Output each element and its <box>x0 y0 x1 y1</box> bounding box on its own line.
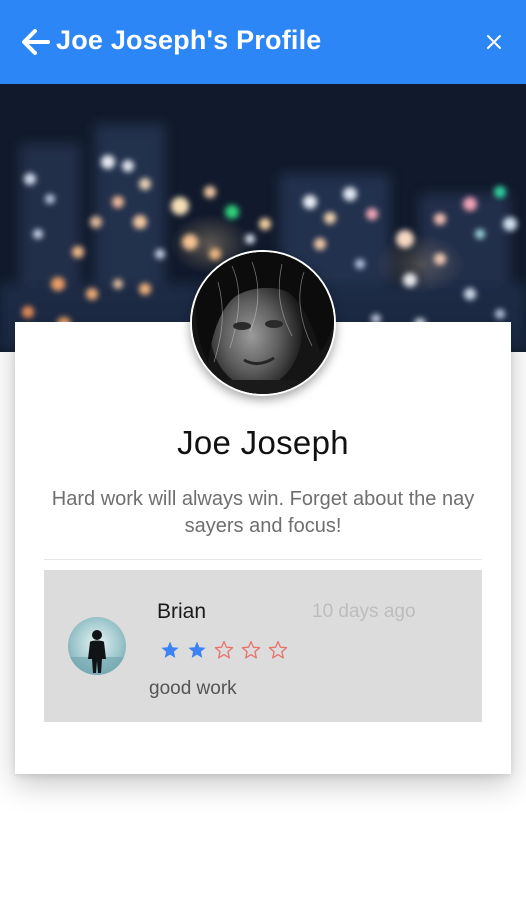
star-empty-icon <box>241 640 261 659</box>
star-empty-icon <box>268 640 288 659</box>
reviewer-avatar[interactable] <box>68 617 126 675</box>
app-bar: Joe Joseph's Profile <box>0 0 526 84</box>
arrow-left-icon <box>22 29 50 55</box>
star-rating <box>160 640 288 660</box>
reviewer-name: Brian <box>157 600 207 623</box>
back-button[interactable] <box>20 26 52 58</box>
profile-avatar[interactable] <box>190 250 336 396</box>
profile-name: Joe Joseph <box>177 424 349 461</box>
review-card[interactable]: Brian 10 days ago good work <box>44 570 482 722</box>
man-portrait-image <box>192 252 334 394</box>
review-text: good work <box>149 678 237 699</box>
star-filled-icon <box>161 641 179 658</box>
star-filled-icon <box>188 641 206 658</box>
page-title: Joe Joseph's Profile <box>56 25 322 55</box>
close-icon <box>487 35 501 49</box>
divider <box>44 559 482 560</box>
silhouette-icon <box>68 630 126 675</box>
star-empty-icon <box>214 640 234 659</box>
profile-bio: Hard work will always win. Forget about … <box>51 488 475 537</box>
close-button[interactable] <box>480 28 508 56</box>
review-date: 10 days ago <box>312 601 416 622</box>
